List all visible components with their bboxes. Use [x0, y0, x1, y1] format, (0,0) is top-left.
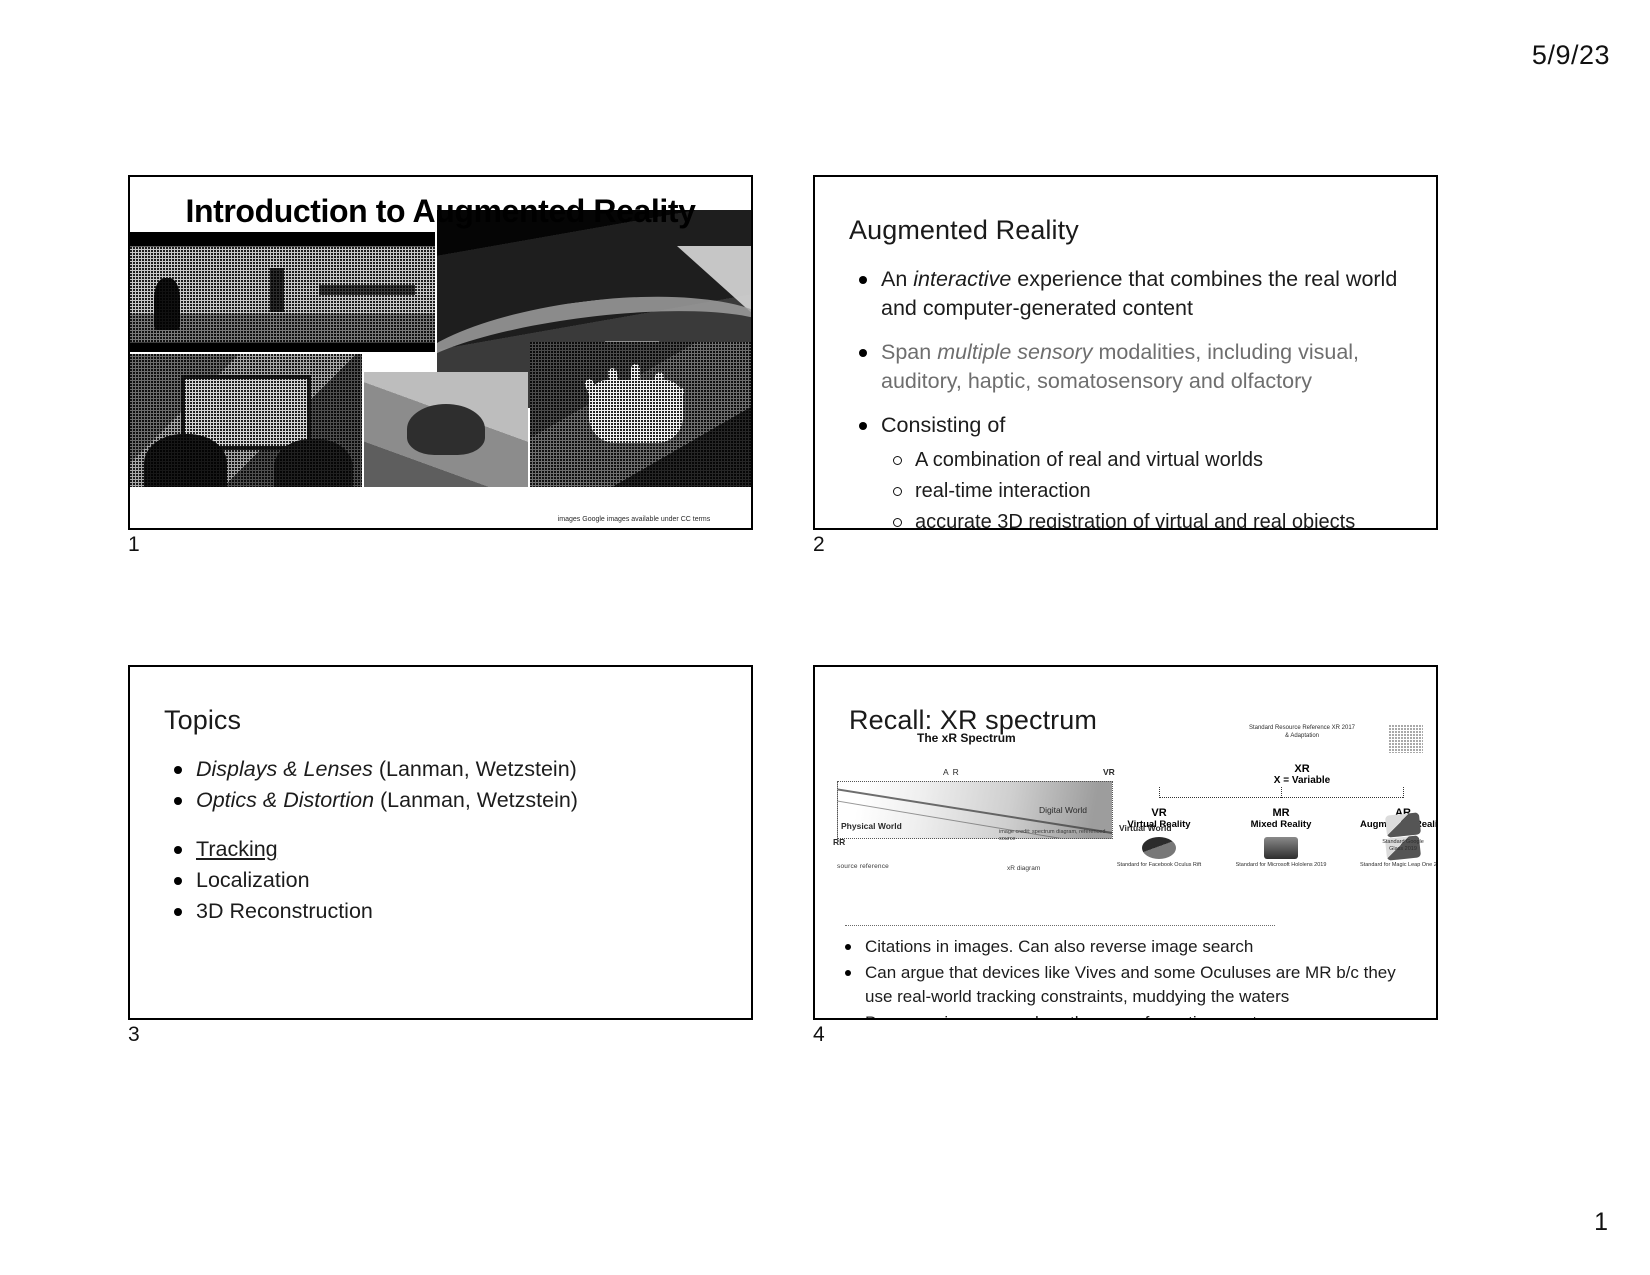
branch-abbr: VR: [1151, 807, 1167, 819]
scan-noise-artifact: [1389, 725, 1423, 753]
image-credit-bar: images Google images available under CC …: [519, 514, 749, 526]
xr-taxonomy-tree: Standard Resource Reference XR 2017 & Ad…: [1117, 719, 1436, 909]
slide-number-2: 2: [813, 533, 825, 556]
spectrum-label-physical-world: Physical World: [841, 821, 902, 831]
device-caption: Standard for Magic Leap One 2018: [1360, 862, 1438, 868]
tree-branch-mr: MR Mixed Reality Standard for Microsoft …: [1229, 807, 1333, 869]
slide-4-notes-list: Citations in images. Can also reverse im…: [831, 935, 1426, 1018]
sub-bullet-real-virtual-worlds: A combination of real and virtual worlds: [881, 446, 1414, 474]
topic-optics-and-distortion: Optics & Distortion (Lanman, Wetzstein): [164, 786, 729, 815]
slide-number-3: 3: [128, 1023, 140, 1046]
spectrum-source-note: xR diagram: [1007, 865, 1041, 872]
slide-2-sub-bullet-list: A combination of real and virtual worlds…: [881, 446, 1414, 528]
bullet-text-italic: multiple sensory: [937, 340, 1093, 364]
bullet-text-italic: interactive: [913, 267, 1012, 291]
photo-hand-tracking-overlay: [530, 342, 751, 487]
device-caption: Standard Google Glass 2019: [1382, 839, 1424, 852]
bullet-sensory-modalities: Span multiple sensory modalities, includ…: [849, 338, 1414, 396]
bullet-label: Consisting of: [881, 413, 1006, 437]
bullet-text-run: Span: [881, 340, 938, 364]
tree-extra-device: Standard Google Glass 2019: [1375, 807, 1431, 853]
device-caption: Standard for Microsoft Hololens 2019: [1235, 862, 1327, 868]
tree-source-note: Standard Resource Reference XR 2017 & Ad…: [1248, 725, 1356, 739]
photo-handheld-ar-phone: [130, 354, 362, 487]
spectrum-label-vr: VR: [1103, 767, 1115, 777]
notes-divider: [845, 925, 1275, 926]
bullet-text-run: An: [881, 267, 914, 291]
note-devices-are-mr: Can argue that devices like Vives and so…: [831, 961, 1426, 1009]
topic-3d-reconstruction: 3D Reconstruction: [164, 897, 729, 926]
bullet-interactive-experience: An interactive experience that combines …: [849, 265, 1414, 323]
slide-cell-3: Topics Displays & Lenses (Lanman, Wetzst…: [128, 665, 753, 1046]
slide-3-topic-list: Displays & Lenses (Lanman, Wetzstein) Op…: [164, 755, 729, 928]
topic-title: Localization: [196, 868, 310, 892]
spectrum-citation: image credit: spectrum diagram, referenc…: [999, 829, 1106, 842]
xr-spectrum-figure: The xR Spectrum AR VR Physical World Dig…: [831, 719, 1436, 909]
topic-title: Tracking: [196, 837, 278, 861]
topic-title: 3D Reconstruction: [196, 899, 373, 923]
spectrum-title: The xR Spectrum: [917, 731, 1016, 745]
sub-bullet-3d-registration: accurate 3D registration of virtual and …: [881, 508, 1414, 528]
tree-root-label: XR: [1294, 763, 1310, 775]
sub-bullet-realtime-interaction: real-time interaction: [881, 477, 1414, 505]
device-thumbnail-hololens: [1264, 837, 1298, 859]
slide-cell-4: Recall: XR spectrum The xR Spectrum AR V…: [813, 665, 1438, 1046]
slide-cell-1: Introduction to Augmented Reality images…: [128, 175, 753, 556]
device-caption: Standard for Facebook Oculus Rift: [1116, 862, 1202, 868]
spectrum-label-ar: AR: [943, 767, 963, 777]
slide-cell-2: Augmented Reality An interactive experie…: [813, 175, 1438, 556]
topic-title: Displays & Lenses: [196, 757, 373, 781]
page-number: 1: [1594, 1208, 1608, 1236]
note-programming-same-spectrum: Programming more or less the same for en…: [831, 1011, 1426, 1018]
topic-title: Optics & Distortion: [196, 788, 375, 812]
slide-3-title: Topics: [164, 705, 242, 735]
handout-date: 5/9/23: [1531, 40, 1610, 70]
note-citations-in-images: Citations in images. Can also reverse im…: [831, 935, 1426, 959]
photo-city-panorama: [130, 232, 435, 352]
slide-2[interactable]: Augmented Reality An interactive experie…: [813, 175, 1438, 530]
slide-2-bullet-list: An interactive experience that combines …: [849, 265, 1414, 528]
device-thumbnail-google-glass: [1384, 812, 1422, 838]
slide-2-title: Augmented Reality: [849, 215, 1079, 245]
tree-root-node: XR X = Variable: [1247, 763, 1357, 786]
topic-displays-and-lenses: Displays & Lenses (Lanman, Wetzstein): [164, 755, 729, 784]
slide-4[interactable]: Recall: XR spectrum The xR Spectrum AR V…: [813, 665, 1438, 1020]
slide-1-title: Introduction to Augmented Reality: [185, 193, 696, 229]
slide-number-1: 1: [128, 533, 140, 556]
topic-attribution: (Lanman, Wetzstein): [374, 788, 578, 812]
topic-localization: Localization: [164, 866, 729, 895]
slide-1[interactable]: Introduction to Augmented Reality images…: [128, 175, 753, 530]
device-thumbnail-oculus: [1142, 837, 1176, 859]
branch-name: Mixed Reality: [1250, 819, 1312, 830]
slide-number-4: 4: [813, 1023, 825, 1046]
photo-collage: images Google images available under CC …: [130, 210, 751, 528]
bullet-consisting-of: Consisting of A combination of real and …: [849, 411, 1414, 528]
topic-attribution: (Lanman, Wetzstein): [372, 757, 577, 781]
tree-branch-vr: VR Virtual Reality Standard for Facebook…: [1107, 807, 1211, 869]
slide-handout-grid: Introduction to Augmented Reality images…: [128, 175, 1448, 1046]
branch-name: Virtual Reality: [1127, 819, 1191, 830]
spectrum-label-real-reality: RR: [833, 837, 846, 847]
branch-abbr: MR: [1272, 807, 1290, 819]
image-credit-text: images Google images available under CC …: [557, 516, 711, 523]
tree-root-sublabel: X = Variable: [1273, 775, 1331, 786]
spectrum-footnote: source reference: [837, 863, 889, 870]
photo-tabletop-object: [364, 372, 528, 487]
spectrum-label-digital-world: Digital World: [1039, 805, 1088, 815]
topic-tracking: Tracking: [164, 835, 729, 864]
slide-3[interactable]: Topics Displays & Lenses (Lanman, Wetzst…: [128, 665, 753, 1020]
